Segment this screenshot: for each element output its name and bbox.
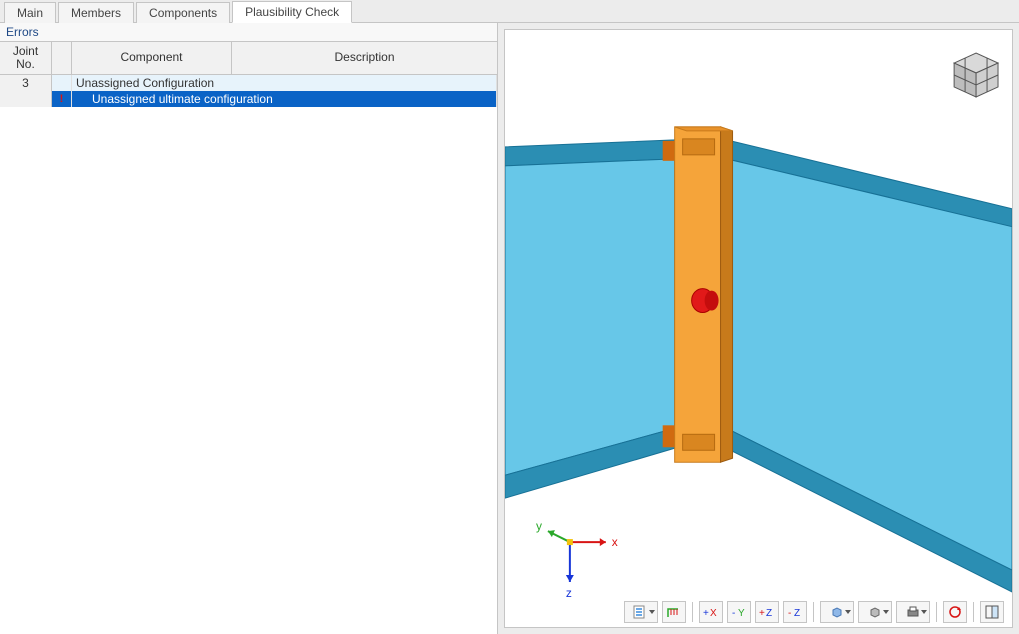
axis-z-label: z (566, 586, 572, 600)
toolbar-separator (936, 602, 937, 622)
col-joint-no[interactable]: Joint No. (0, 42, 52, 74)
render-mode-button[interactable] (858, 601, 892, 623)
svg-text:+: + (703, 608, 709, 619)
display-settings-button[interactable] (624, 601, 658, 623)
toolbar-separator (692, 602, 693, 622)
svg-text:Z: Z (794, 608, 800, 619)
col-component[interactable]: Component (72, 42, 232, 74)
toolbar-separator (813, 602, 814, 622)
group-label: Unassigned Configuration (72, 75, 497, 91)
nav-cube-icon[interactable] (954, 53, 998, 97)
axis-x-label: x (612, 535, 618, 549)
error-row[interactable]: ! Unassigned ultimate configuration (0, 91, 497, 107)
group-row[interactable]: 3 Unassigned Configuration (0, 75, 497, 91)
show-loads-button[interactable] (662, 601, 686, 623)
reset-view-button[interactable] (943, 601, 967, 623)
view-minus-z-button[interactable]: -Z (783, 601, 807, 623)
svg-text:-: - (788, 608, 791, 619)
fullscreen-button[interactable] (980, 601, 1004, 623)
errors-grid-header: Joint No. Component Description (0, 42, 497, 75)
svg-text:X: X (710, 608, 717, 619)
col-icon[interactable] (52, 42, 72, 74)
warning-icon: ! (52, 91, 72, 107)
viewport-panel: x y z (504, 29, 1013, 628)
svg-text:Z: Z (766, 608, 772, 619)
col-description[interactable]: Description (232, 42, 497, 74)
svg-text:+: + (759, 608, 765, 619)
errors-panel: Errors Joint No. Component Description 3… (0, 23, 498, 634)
axis-y-label: y (536, 519, 542, 533)
tab-components[interactable]: Components (136, 2, 230, 23)
view-plus-x-button[interactable]: +X (699, 601, 723, 623)
tabstrip: Main Members Components Plausibility Che… (0, 0, 1019, 23)
view-plus-z-button[interactable]: +Z (755, 601, 779, 623)
view-minus-y-button[interactable]: -Y (727, 601, 751, 623)
tab-members[interactable]: Members (58, 2, 134, 23)
tab-plausibility-check[interactable]: Plausibility Check (232, 1, 352, 23)
group-icon (52, 75, 72, 91)
svg-text:Y: Y (738, 608, 745, 619)
errors-header: Errors (0, 23, 497, 42)
view-isometric-button[interactable] (820, 601, 854, 623)
error-joint-no (0, 91, 52, 107)
svg-text:-: - (732, 608, 735, 619)
print-view-button[interactable] (896, 601, 930, 623)
viewport-3d[interactable]: x y z (505, 30, 1012, 627)
errors-grid-body: 3 Unassigned Configuration ! Unassigned … (0, 75, 497, 634)
tab-main[interactable]: Main (4, 2, 56, 23)
toolbar-separator (973, 602, 974, 622)
group-joint-no: 3 (0, 75, 52, 91)
view-toolbar: +X -Y +Z -Z (624, 601, 1004, 623)
error-text: Unassigned ultimate configuration (72, 91, 497, 107)
